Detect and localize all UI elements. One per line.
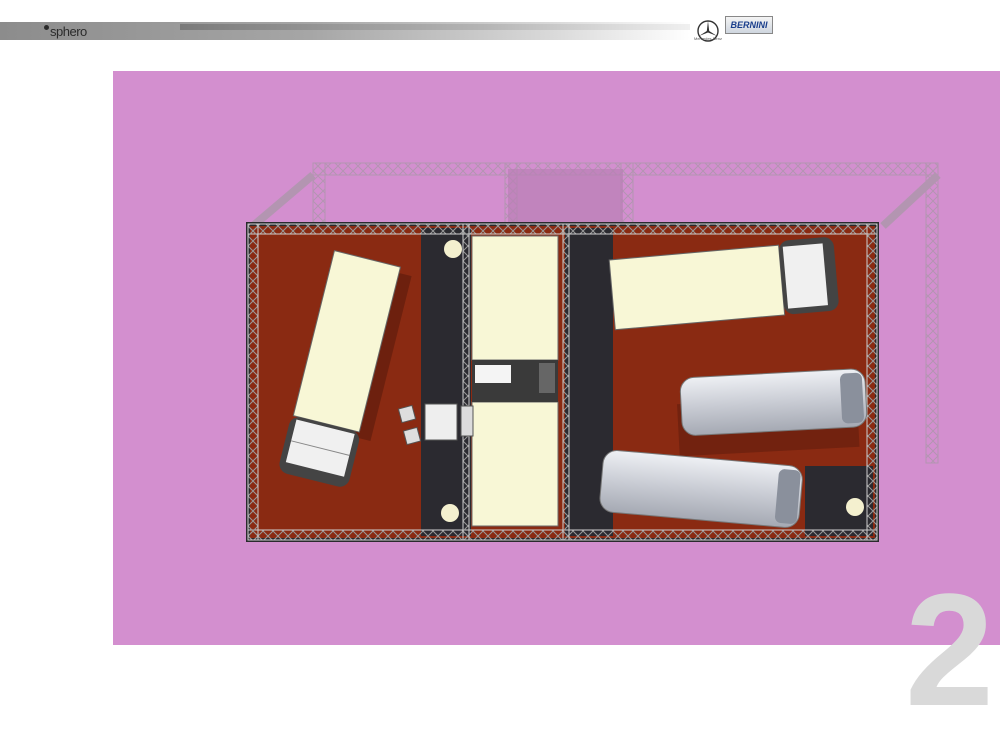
header-bar-accent (180, 24, 690, 30)
page-number: 2 (905, 560, 994, 739)
floorplan-canvas (113, 71, 1000, 645)
floorplan-render (246, 162, 941, 542)
logo-text: sphero (50, 24, 87, 39)
round-table-3 (846, 498, 864, 516)
round-table-2 (441, 504, 459, 522)
van-right-middle (677, 368, 868, 457)
logo-mark-icon (44, 25, 49, 30)
round-table-1 (444, 240, 462, 258)
mercedes-star-icon (697, 20, 719, 42)
central-kiosk (471, 235, 559, 527)
aisle-corner (805, 466, 873, 536)
mercedes-caption: Mercedes-Benz (693, 36, 722, 41)
bernini-logo: BERNINI (725, 16, 773, 34)
sphero-logo: sphero (44, 24, 87, 39)
bernini-text: BERNINI (730, 20, 768, 30)
